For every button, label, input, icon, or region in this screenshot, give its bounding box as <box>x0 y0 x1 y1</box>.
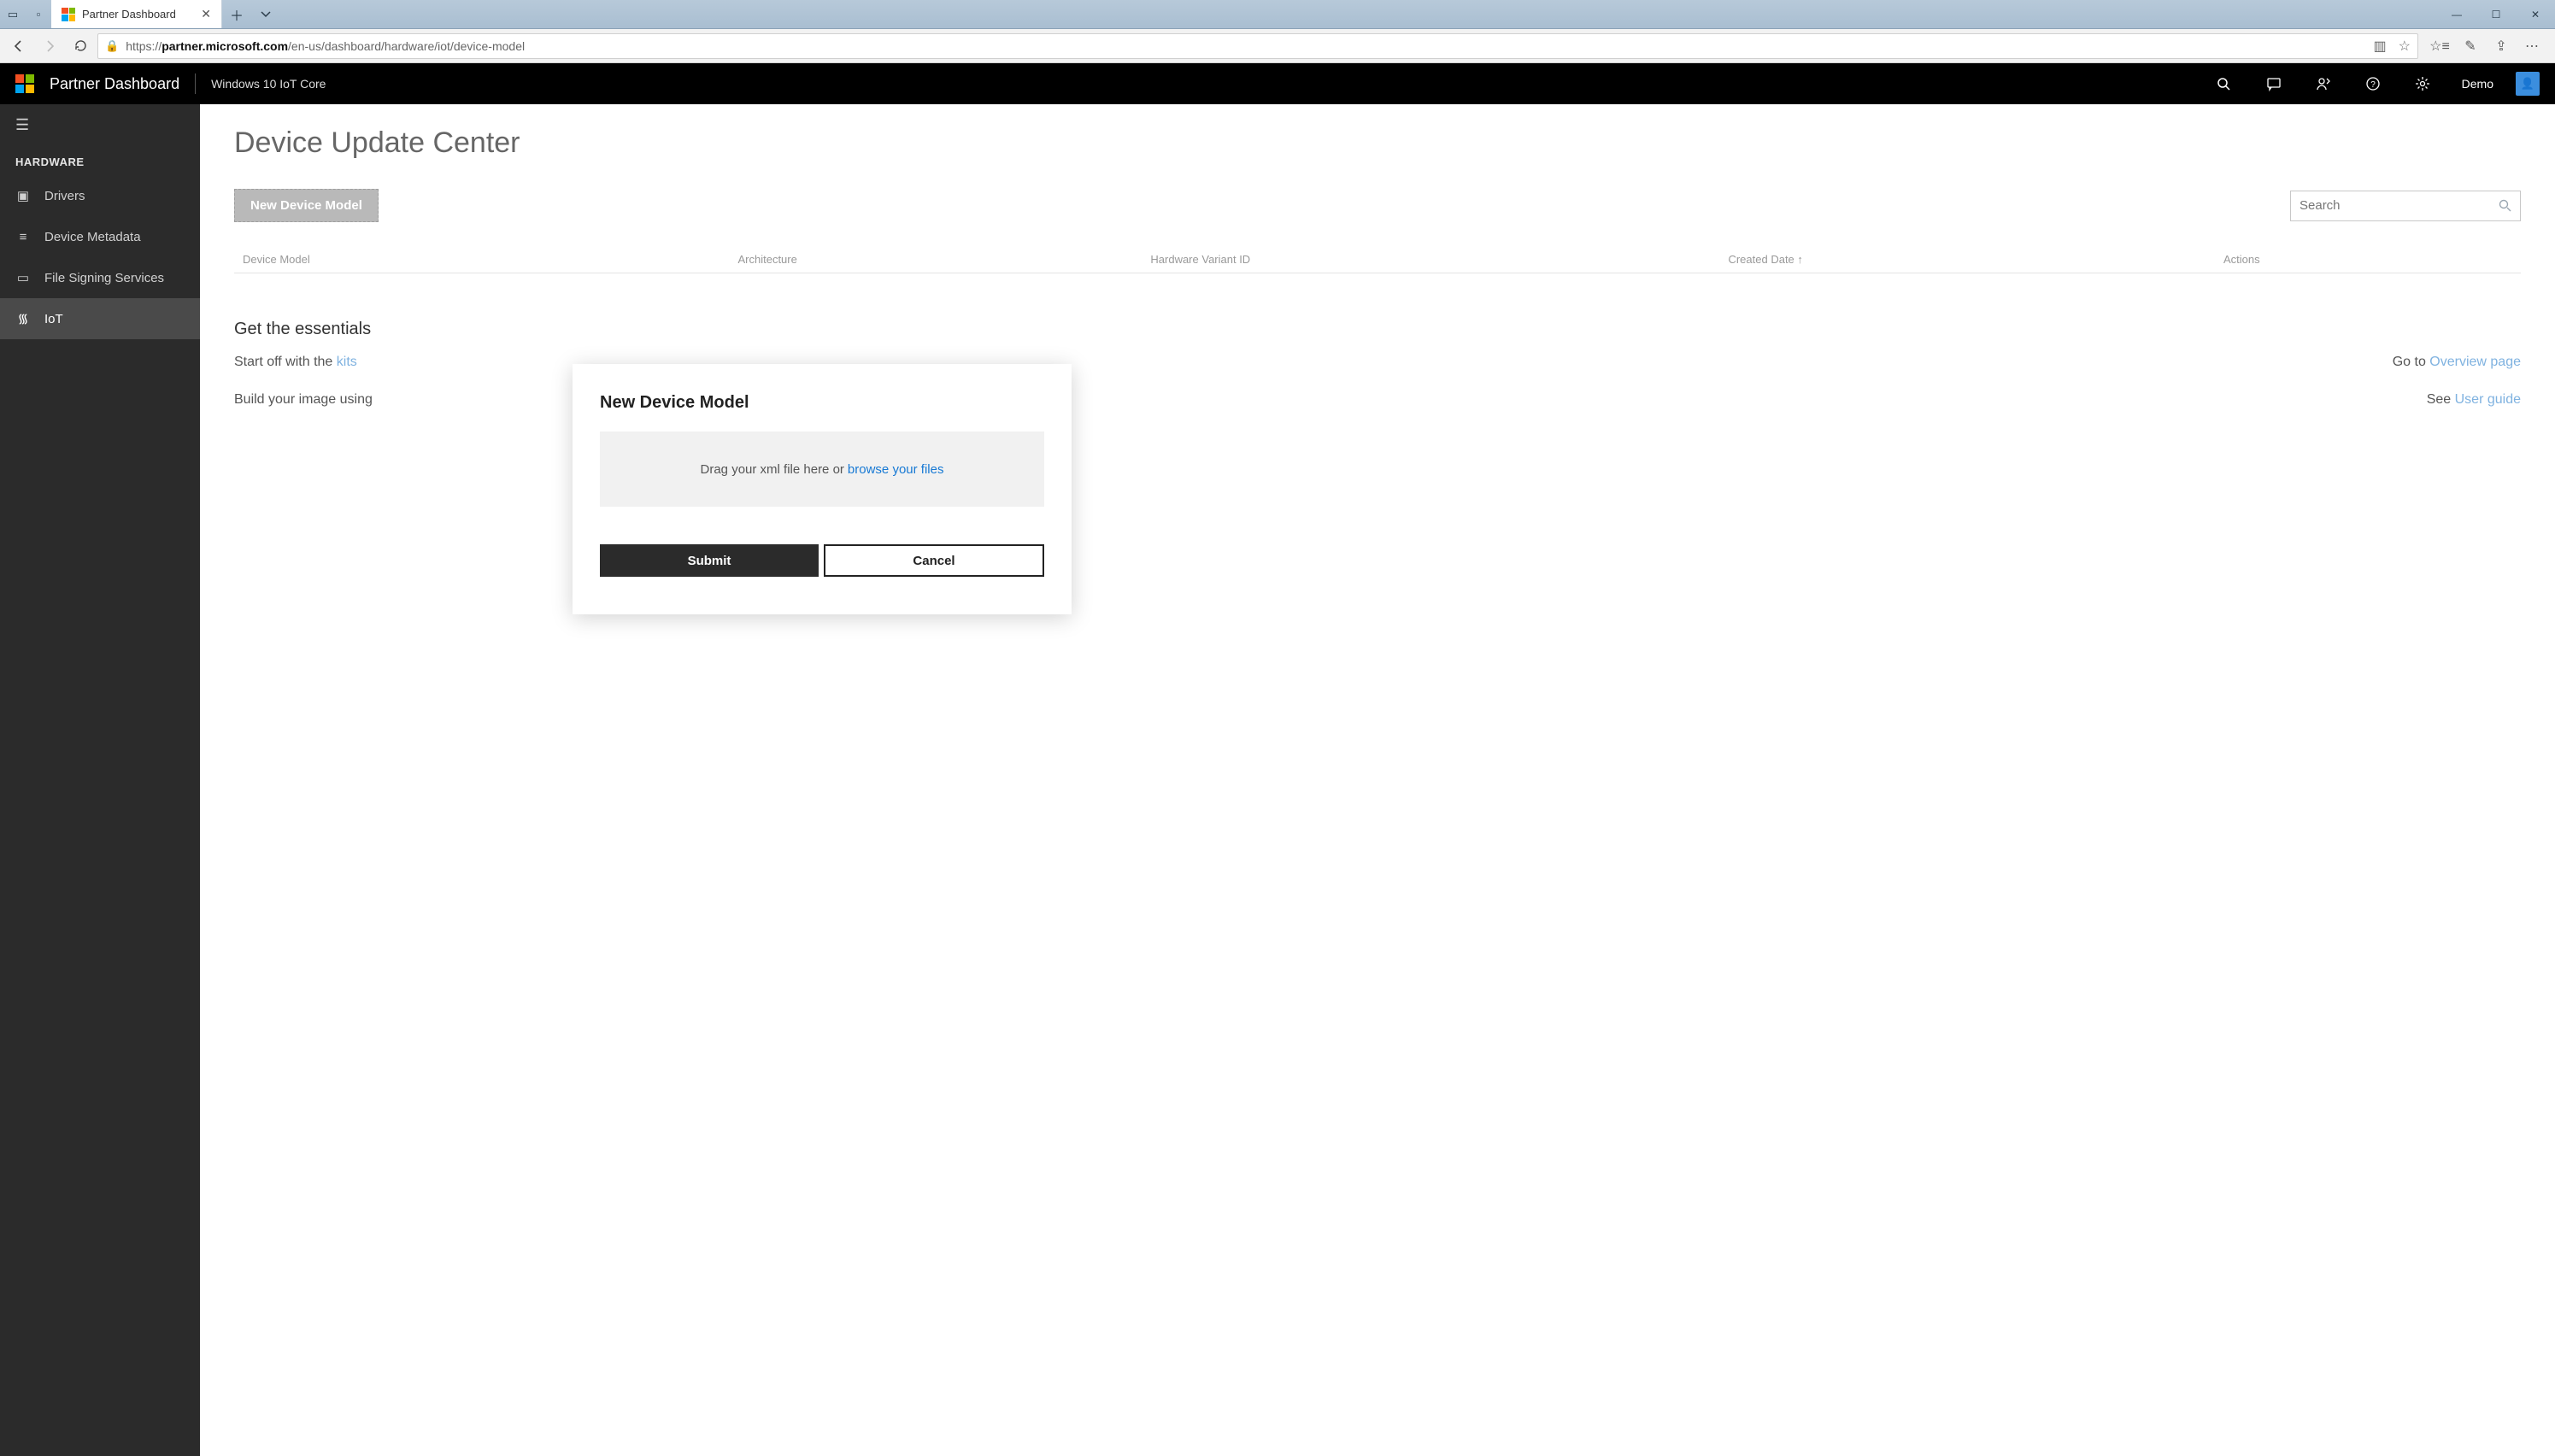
col-architecture[interactable]: Architecture <box>737 253 1150 266</box>
search-field[interactable] <box>2290 191 2521 221</box>
browser-tab-bar: ▭ ▫ Partner Dashboard ✕ ＋ — ☐ ✕ <box>0 0 2555 29</box>
new-device-model-dialog: New Device Model Drag your xml file here… <box>573 364 1072 614</box>
sidebar-item-file-signing[interactable]: ▭ File Signing Services <box>0 257 200 298</box>
cancel-button[interactable]: Cancel <box>824 544 1044 577</box>
nav-back-button[interactable] <box>5 32 32 60</box>
sidebar-item-drivers[interactable]: ▣ Drivers <box>0 175 200 216</box>
tab-close-icon[interactable]: ✕ <box>201 7 211 21</box>
address-field[interactable]: 🔒 https://partner.microsoft.com/en-us/da… <box>97 33 2418 59</box>
header-help-icon[interactable]: ? <box>2356 76 2390 91</box>
more-icon[interactable]: ⋯ <box>2519 33 2545 59</box>
search-icon[interactable] <box>2499 199 2511 212</box>
reading-view-icon[interactable]: ▥ <box>2374 38 2387 55</box>
file-icon: ▭ <box>15 270 31 285</box>
sidebar-item-label: File Signing Services <box>44 271 164 285</box>
essentials-right-2: See User guide <box>2427 392 2521 408</box>
kits-link[interactable]: kits <box>337 355 357 369</box>
url-text: https://partner.microsoft.com/en-us/dash… <box>126 39 525 53</box>
header-username[interactable]: Demo <box>2462 77 2493 91</box>
essentials-left-1: Start off with the kits <box>234 355 357 370</box>
driver-icon: ▣ <box>15 188 31 203</box>
sidebar-item-iot[interactable]: ᯾ IoT <box>0 298 200 339</box>
header-feedback-icon[interactable] <box>2306 76 2341 91</box>
page-title: Device Update Center <box>234 126 2521 160</box>
window-close-button[interactable]: ✕ <box>2516 0 2555 28</box>
essentials-left-2: Build your image using <box>234 392 373 408</box>
sidebar-item-label: Device Metadata <box>44 230 141 244</box>
window-controls: — ☐ ✕ <box>2437 0 2555 28</box>
main-content: Device Update Center New Device Model De… <box>200 104 2555 1456</box>
svg-text:?: ? <box>2370 80 2376 90</box>
iot-icon: ᯾ <box>15 310 31 327</box>
app-subtitle: Windows 10 IoT Core <box>211 77 326 91</box>
search-input[interactable] <box>2300 198 2499 213</box>
header-search-icon[interactable] <box>2207 77 2241 91</box>
drop-text: Drag your xml file here or <box>701 462 844 477</box>
metadata-icon: ≡ <box>15 230 31 244</box>
lock-icon: 🔒 <box>105 39 119 53</box>
notes-icon[interactable]: ✎ <box>2458 33 2483 59</box>
submit-button[interactable]: Submit <box>600 544 819 577</box>
window-minimize-button[interactable]: — <box>2437 0 2476 28</box>
sidebar: ☰ HARDWARE ▣ Drivers ≡ Device Metadata ▭… <box>0 104 200 1456</box>
microsoft-logo-icon <box>15 74 34 93</box>
browse-files-link[interactable]: browse your files <box>848 462 944 477</box>
nav-forward-button[interactable] <box>36 32 63 60</box>
user-guide-link[interactable]: User guide <box>2455 392 2521 407</box>
new-tab-button[interactable]: ＋ <box>222 0 251 28</box>
divider <box>195 73 196 94</box>
col-hardware-variant-id[interactable]: Hardware Variant ID <box>1150 253 1728 266</box>
file-drop-zone[interactable]: Drag your xml file here or browse your f… <box>600 432 1044 507</box>
sidebar-item-label: IoT <box>44 312 63 326</box>
tab-title: Partner Dashboard <box>82 8 176 21</box>
tab-menu-button[interactable] <box>251 0 280 28</box>
tab-group-1-icon[interactable]: ▭ <box>0 0 26 28</box>
col-actions: Actions <box>2223 253 2512 266</box>
app-header: Partner Dashboard Windows 10 IoT Core ? … <box>0 63 2555 104</box>
sidebar-item-device-metadata[interactable]: ≡ Device Metadata <box>0 216 200 257</box>
sidebar-hamburger-icon[interactable]: ☰ <box>0 104 200 145</box>
favorite-icon[interactable]: ☆ <box>2399 38 2411 55</box>
browser-address-bar: 🔒 https://partner.microsoft.com/en-us/da… <box>0 29 2555 63</box>
share-icon[interactable]: ⇪ <box>2488 33 2514 59</box>
nav-refresh-button[interactable] <box>67 32 94 60</box>
header-settings-icon[interactable] <box>2405 76 2440 91</box>
overview-page-link[interactable]: Overview page <box>2429 355 2521 369</box>
browser-tab[interactable]: Partner Dashboard ✕ <box>51 0 222 28</box>
col-device-model[interactable]: Device Model <box>243 253 737 266</box>
table-header: Device Model Architecture Hardware Varia… <box>234 246 2521 273</box>
tab-favicon-icon <box>62 8 75 21</box>
essentials-heading: Get the essentials <box>234 320 2521 339</box>
sidebar-item-label: Drivers <box>44 189 85 203</box>
essentials-right-1: Go to Overview page <box>2393 355 2521 370</box>
window-maximize-button[interactable]: ☐ <box>2476 0 2516 28</box>
new-device-model-button[interactable]: New Device Model <box>234 189 379 222</box>
header-message-icon[interactable] <box>2257 76 2291 91</box>
dialog-title: New Device Model <box>600 393 1044 413</box>
app-title: Partner Dashboard <box>50 75 179 93</box>
favorites-hub-icon[interactable]: ☆≡ <box>2427 33 2452 59</box>
header-avatar[interactable]: 👤 <box>2516 72 2540 96</box>
col-created-date[interactable]: Created Date ↑ <box>1728 253 2223 266</box>
tab-group-2-icon[interactable]: ▫ <box>26 0 51 28</box>
sidebar-category: HARDWARE <box>0 145 200 175</box>
